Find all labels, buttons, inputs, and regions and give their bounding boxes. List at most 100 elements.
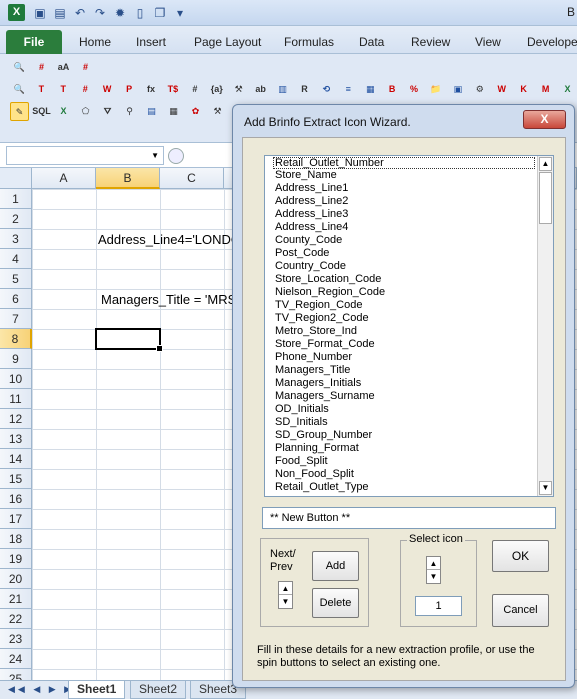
sql-icon[interactable]: ≡ [339,80,358,99]
ok-button[interactable]: OK [492,540,549,572]
excel-icon[interactable]: X [558,80,577,99]
row-header-1[interactable]: 1 [0,189,32,209]
field-list-item[interactable]: SD_Group_Number [265,429,553,442]
field-list-item[interactable]: Managers_Title [265,364,553,377]
chart-icon[interactable]: ▥ [273,80,292,99]
shape-icon[interactable]: ⬠ [76,102,95,121]
field-list-item[interactable]: Address_Line4 [265,221,553,234]
new-document-icon[interactable]: ▯ [132,5,148,21]
sheet-tab-1[interactable]: Sheet1 [68,681,126,699]
tool-icon[interactable]: ⚒ [229,80,248,99]
row-header-15[interactable]: 15 [0,469,32,489]
select-all-corner[interactable] [0,168,32,189]
row-header-20[interactable]: 20 [0,569,32,589]
icon-number-field[interactable]: 1 [415,596,462,616]
column-header-b[interactable]: B [96,168,160,189]
row-header-17[interactable]: 17 [0,509,32,529]
tab-home[interactable]: Home [79,35,111,49]
field-list-item[interactable]: Retail_Outlet_Number [273,157,535,169]
row-header-18[interactable]: 18 [0,529,32,549]
hash-format-icon[interactable]: # [76,58,95,77]
row-header-22[interactable]: 22 [0,609,32,629]
field-listbox[interactable]: Retail_Outlet_Number Store_Name Address_Li… [264,155,554,497]
field-list-item[interactable]: Metro_Store_Ind [265,325,553,338]
zoom-2-icon[interactable]: 🔍 [10,80,29,99]
tab-formulas[interactable]: Formulas [284,35,334,49]
row-header-12[interactable]: 12 [0,409,32,429]
prd-icon[interactable]: P [120,80,139,99]
save-icon[interactable]: ▣ [32,5,48,21]
sql-text-icon[interactable]: SQL [32,102,51,121]
undo-icon[interactable]: ↶ [72,5,88,21]
butterfly-icon[interactable]: ✿ [186,102,205,121]
row-header-21[interactable]: 21 [0,589,32,609]
row-header-23[interactable]: 23 [0,629,32,649]
ab-icon[interactable]: ab [251,80,270,99]
reset-icon[interactable]: R [295,80,314,99]
row-header-24[interactable]: 24 [0,649,32,669]
row-header-4[interactable]: 4 [0,249,32,269]
field-list-item[interactable]: Store_Location_Code [265,273,553,286]
row-header-16[interactable]: 16 [0,489,32,509]
funnel-icon[interactable]: ⛛ [98,102,117,121]
icon-spinner[interactable]: ▲ ▼ [426,556,441,584]
hash-2-icon[interactable]: # [76,80,95,99]
delete-button[interactable]: Delete [312,588,359,618]
redo-icon[interactable]: ↷ [92,5,108,21]
column-header-a[interactable]: A [32,168,96,189]
row-header-5[interactable]: 5 [0,269,32,289]
cell-b3[interactable]: Address_Line4='LONDO [98,232,241,247]
hash-icon[interactable]: # [32,58,51,77]
field-list-item[interactable]: Address_Line3 [265,208,553,221]
next-prev-spinner[interactable]: ▲ ▼ [278,581,293,609]
stat-icon[interactable]: % [405,80,424,99]
row-header-10[interactable]: 10 [0,369,32,389]
t-week-2-icon[interactable]: T [54,80,73,99]
tab-review[interactable]: Review [411,35,450,49]
t-dollar-icon[interactable]: T$ [163,80,182,99]
wrap-off-icon[interactable]: W [492,80,511,99]
row-header-8[interactable]: 8 [0,329,32,349]
tab-developer[interactable]: Develope [527,35,577,49]
scroll-up-icon[interactable]: ▲ [539,157,552,171]
link-icon[interactable]: ⟲ [317,80,336,99]
scroll-thumb[interactable] [539,172,552,224]
row-header-6[interactable]: 6 [0,289,32,309]
field-list-item[interactable]: Post_Code [265,247,553,260]
row-header-13[interactable]: 13 [0,429,32,449]
tab-page-layout[interactable]: Page Layout [194,35,261,49]
search-2-icon[interactable]: ⚲ [120,102,139,121]
field-list-item[interactable]: Food_Split [265,455,553,468]
tab-view[interactable]: View [475,35,501,49]
icon-spin-down-icon[interactable]: ▼ [427,570,440,583]
braces-icon[interactable]: {a} [207,80,226,99]
field-list-item[interactable]: OD_Initials [265,403,553,416]
close-button[interactable]: X [523,110,566,129]
bmi-icon[interactable]: B [383,80,402,99]
hash-3-icon[interactable]: # [185,80,204,99]
row-header-14[interactable]: 14 [0,449,32,469]
field-list-item[interactable]: Phone_Number [265,351,553,364]
row-header-7[interactable]: 7 [0,309,32,329]
fx-icon[interactable]: fx [142,80,161,99]
row-header-3[interactable]: 3 [0,229,32,249]
field-list-item[interactable]: TV_Region_Code [265,299,553,312]
row-header-9[interactable]: 9 [0,349,32,369]
cancel-button[interactable]: Cancel [492,594,549,627]
active-cell-b8[interactable] [95,328,163,352]
table-icon[interactable]: ▤ [142,102,161,121]
chevron-down-icon[interactable]: ▼ [151,151,159,160]
row-header-19[interactable]: 19 [0,549,32,569]
field-list-item[interactable]: Address_Line2 [265,195,553,208]
t-week-icon[interactable]: T [32,80,51,99]
column-header-c[interactable]: C [160,168,224,189]
list-scrollbar[interactable]: ▲ ▼ [537,156,553,496]
field-list-item[interactable]: TV_Region2_Code [265,312,553,325]
m-icon[interactable]: M [536,80,555,99]
field-list-item[interactable]: SD_Initials [265,416,553,429]
field-list-item[interactable]: Store_Name [265,169,553,182]
folder-icon[interactable]: 📁 [427,80,446,99]
field-list-item[interactable]: Planning_Format [265,442,553,455]
sheet-tab-2[interactable]: Sheet2 [130,681,187,699]
save-2-icon[interactable]: ▣ [448,80,467,99]
